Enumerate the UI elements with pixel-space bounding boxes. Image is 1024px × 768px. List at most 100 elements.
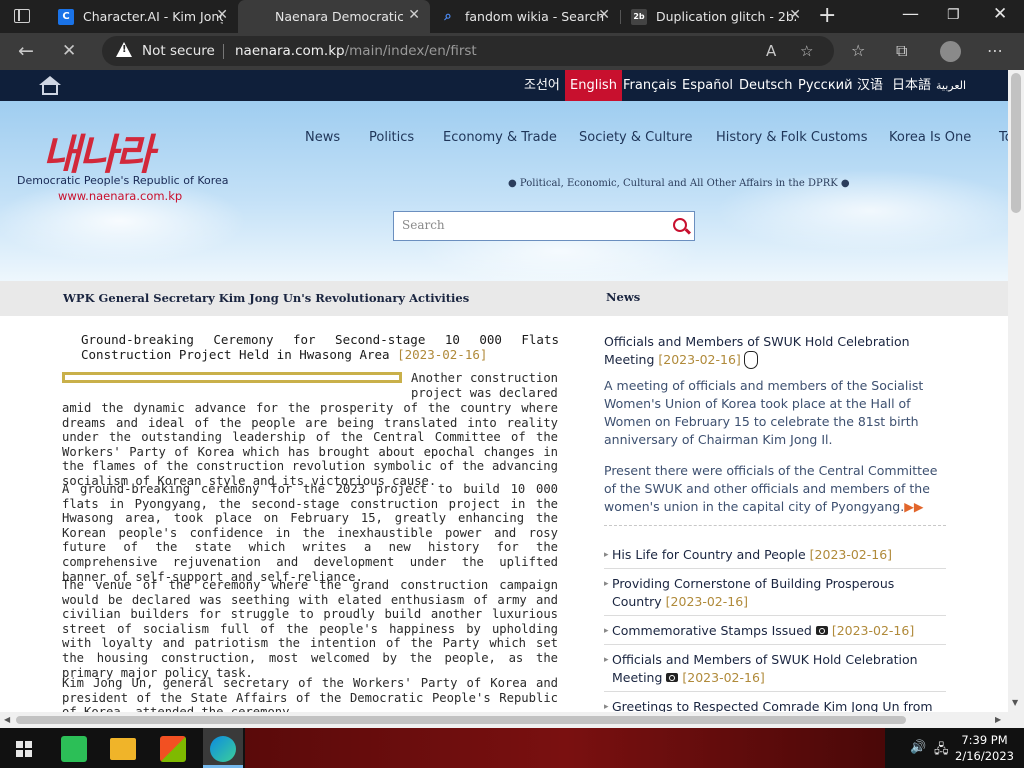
file-explorer-icon[interactable] xyxy=(110,738,136,760)
search-input[interactable] xyxy=(402,218,652,232)
nav-more[interactable]: To xyxy=(999,130,1008,145)
news-headline[interactable]: Officials and Members of SWUK Hold Celeb… xyxy=(604,333,924,369)
microsoft-store-icon[interactable] xyxy=(160,736,186,762)
clock-time: 7:39 PM xyxy=(961,733,1008,747)
stop-loading-button[interactable]: ✕ xyxy=(62,41,76,61)
omnibox[interactable]: ! Not secure naenara.com.kp/main/index/e… xyxy=(102,36,834,66)
news-item-date: [2023-02-16] xyxy=(665,594,749,609)
new-tab-button[interactable]: + xyxy=(818,3,836,28)
profile-icon[interactable] xyxy=(940,41,961,62)
security-label[interactable]: Not secure xyxy=(142,43,215,59)
lang-german[interactable]: Deutsch xyxy=(734,70,798,101)
nav-economy-trade[interactable]: Economy & Trade xyxy=(443,130,557,145)
minimize-button[interactable]: — xyxy=(902,4,919,24)
news-list-item[interactable]: ▸ Providing Cornerstone of Building Pros… xyxy=(604,575,946,616)
omnibox-separator xyxy=(223,44,224,59)
news-paragraph-1: A meeting of officials and members of th… xyxy=(604,378,924,447)
tab-title: Duplication glitch - 2b2 xyxy=(656,9,796,24)
close-tab-icon[interactable]: ✕ xyxy=(408,7,420,23)
nav-politics[interactable]: Politics xyxy=(369,130,414,145)
more-icon[interactable]: ⋯ xyxy=(987,41,1003,60)
taskbar-background xyxy=(245,728,885,768)
news-list-item[interactable]: ▸ Commemorative Stamps Issued [2023-02-1… xyxy=(604,622,946,645)
tab-2b2t[interactable]: 2b Duplication glitch - 2b2 ✕ xyxy=(621,0,811,33)
nav-history-folk[interactable]: History & Folk Customs xyxy=(716,130,867,145)
tab-title: fandom wikia - Search xyxy=(465,9,605,24)
tab-fandom-search[interactable]: ⌕ fandom wikia - Search ✕ xyxy=(430,0,620,33)
add-favorite-icon[interactable]: ☆ xyxy=(800,42,813,60)
logo-url[interactable]: www.naenara.com.kp xyxy=(58,189,182,203)
back-button[interactable]: ← xyxy=(18,40,34,62)
favorites-icon[interactable]: ☆ xyxy=(851,41,865,60)
news-item-title: Greetings to Respected Comrade Kim Jong … xyxy=(612,699,933,712)
site-logo[interactable]: 내나라 xyxy=(42,121,154,182)
bullet-icon: ▸ xyxy=(604,550,609,560)
collections-icon[interactable]: ⧉ xyxy=(896,41,907,61)
web-page: 조선어 English Français Español Deutsch Рус… xyxy=(0,70,1008,712)
news-list-item[interactable]: ▸ Greetings to Respected Comrade Kim Jon… xyxy=(604,698,946,712)
lang-arabic[interactable]: العربية xyxy=(931,70,971,101)
search-icon[interactable] xyxy=(673,218,687,232)
article-paragraph-3: The venue of the ceremony where the gran… xyxy=(62,578,558,680)
tab-title: Naenara Democratic Pe xyxy=(275,9,403,24)
bullet-icon: ▸ xyxy=(604,702,609,712)
nav-news[interactable]: News xyxy=(305,130,340,145)
start-icon[interactable] xyxy=(16,741,32,757)
horizontal-scroll-thumb[interactable] xyxy=(16,716,906,724)
scroll-down-icon[interactable]: ▼ xyxy=(1012,698,1018,707)
article-paragraph-4: Kim Jong Un, general secretary of the Wo… xyxy=(62,676,558,712)
lang-chinese[interactable]: 汉语 xyxy=(852,70,888,101)
news-list-item[interactable]: ▸ Officials and Members of SWUK Hold Cel… xyxy=(604,651,946,692)
news-item-title: Commemorative Stamps Issued xyxy=(612,623,812,638)
volume-icon[interactable]: 🔊 xyxy=(910,740,926,755)
news-item-title: His Life for Country and People xyxy=(612,547,806,562)
lang-korean[interactable]: 조선어 xyxy=(519,70,565,101)
bullet-icon: ▸ xyxy=(604,655,609,665)
tab-character-ai[interactable]: C Character.AI - Kim Jong ✕ xyxy=(48,0,238,33)
warning-mark: ! xyxy=(122,44,127,55)
lang-spanish[interactable]: Español xyxy=(677,70,738,101)
close-tab-icon[interactable]: ✕ xyxy=(216,7,228,23)
scroll-right-icon[interactable]: ▶ xyxy=(995,715,1001,724)
article-paragraph-1: amid the dynamic advance for the prosper… xyxy=(62,401,558,488)
lang-japanese[interactable]: 日本語 xyxy=(887,70,936,101)
close-tab-icon[interactable]: ✕ xyxy=(789,7,801,23)
windows-taskbar: 🔊 🖧 7:39 PM 2/16/2023 xyxy=(0,728,1024,768)
clock-date: 2/16/2023 xyxy=(955,749,1014,763)
spotify-icon[interactable] xyxy=(61,736,87,762)
edge-icon[interactable] xyxy=(210,736,236,762)
restore-button[interactable]: ❐ xyxy=(947,7,960,23)
vertical-scroll-thumb[interactable] xyxy=(1011,73,1021,213)
read-aloud-icon[interactable]: A xyxy=(766,42,776,60)
bullet-icon: ▸ xyxy=(604,626,609,636)
lang-russian[interactable]: Русский xyxy=(793,70,858,101)
news-item-date: [2023-02-16] xyxy=(682,670,765,685)
scroll-left-icon[interactable]: ◀ xyxy=(4,715,10,724)
vertical-scrollbar[interactable]: ▼ xyxy=(1008,70,1024,712)
section-title-activities[interactable]: WPK General Secretary Kim Jong Un's Revo… xyxy=(63,291,469,305)
search-favicon-icon: ⌕ xyxy=(444,9,452,24)
lang-french[interactable]: Français xyxy=(618,70,682,101)
news-list-item[interactable]: ▸ His Life for Country and People [2023-… xyxy=(604,546,946,569)
close-tab-icon[interactable]: ✕ xyxy=(598,7,610,23)
home-icon[interactable] xyxy=(39,76,61,96)
nav-society-culture[interactable]: Society & Culture xyxy=(579,130,692,145)
article-title[interactable]: Ground-breaking Ceremony for Second-stag… xyxy=(81,332,559,362)
section-title-news[interactable]: News xyxy=(606,290,640,304)
site-banner: 내나라 Democratic People's Republic of Kore… xyxy=(0,101,1008,281)
lang-english[interactable]: English xyxy=(565,70,622,101)
tab-naenara[interactable]: Naenara Democratic Pe ✕ xyxy=(238,0,430,33)
2b2t-favicon-icon: 2b xyxy=(631,9,647,25)
network-icon[interactable]: 🖧 xyxy=(934,740,949,762)
horizontal-scrollbar[interactable]: ◀ ▶ xyxy=(0,712,1008,728)
tab-actions-icon[interactable] xyxy=(14,9,30,23)
system-clock[interactable]: 7:39 PM 2/16/2023 xyxy=(955,732,1014,764)
scrollbar-corner xyxy=(1008,712,1024,728)
article-image[interactable] xyxy=(62,372,402,383)
news-paragraph-2-text: Present there were officials of the Cent… xyxy=(604,463,938,514)
news-item-date: [2023-02-16] xyxy=(809,547,893,562)
read-more-icon[interactable]: ▶▶ xyxy=(904,499,923,514)
close-window-button[interactable]: ✕ xyxy=(993,4,1007,24)
nav-korea-is-one[interactable]: Korea Is One xyxy=(889,130,971,145)
url-text[interactable]: naenara.com.kp/main/index/en/first xyxy=(235,43,477,59)
